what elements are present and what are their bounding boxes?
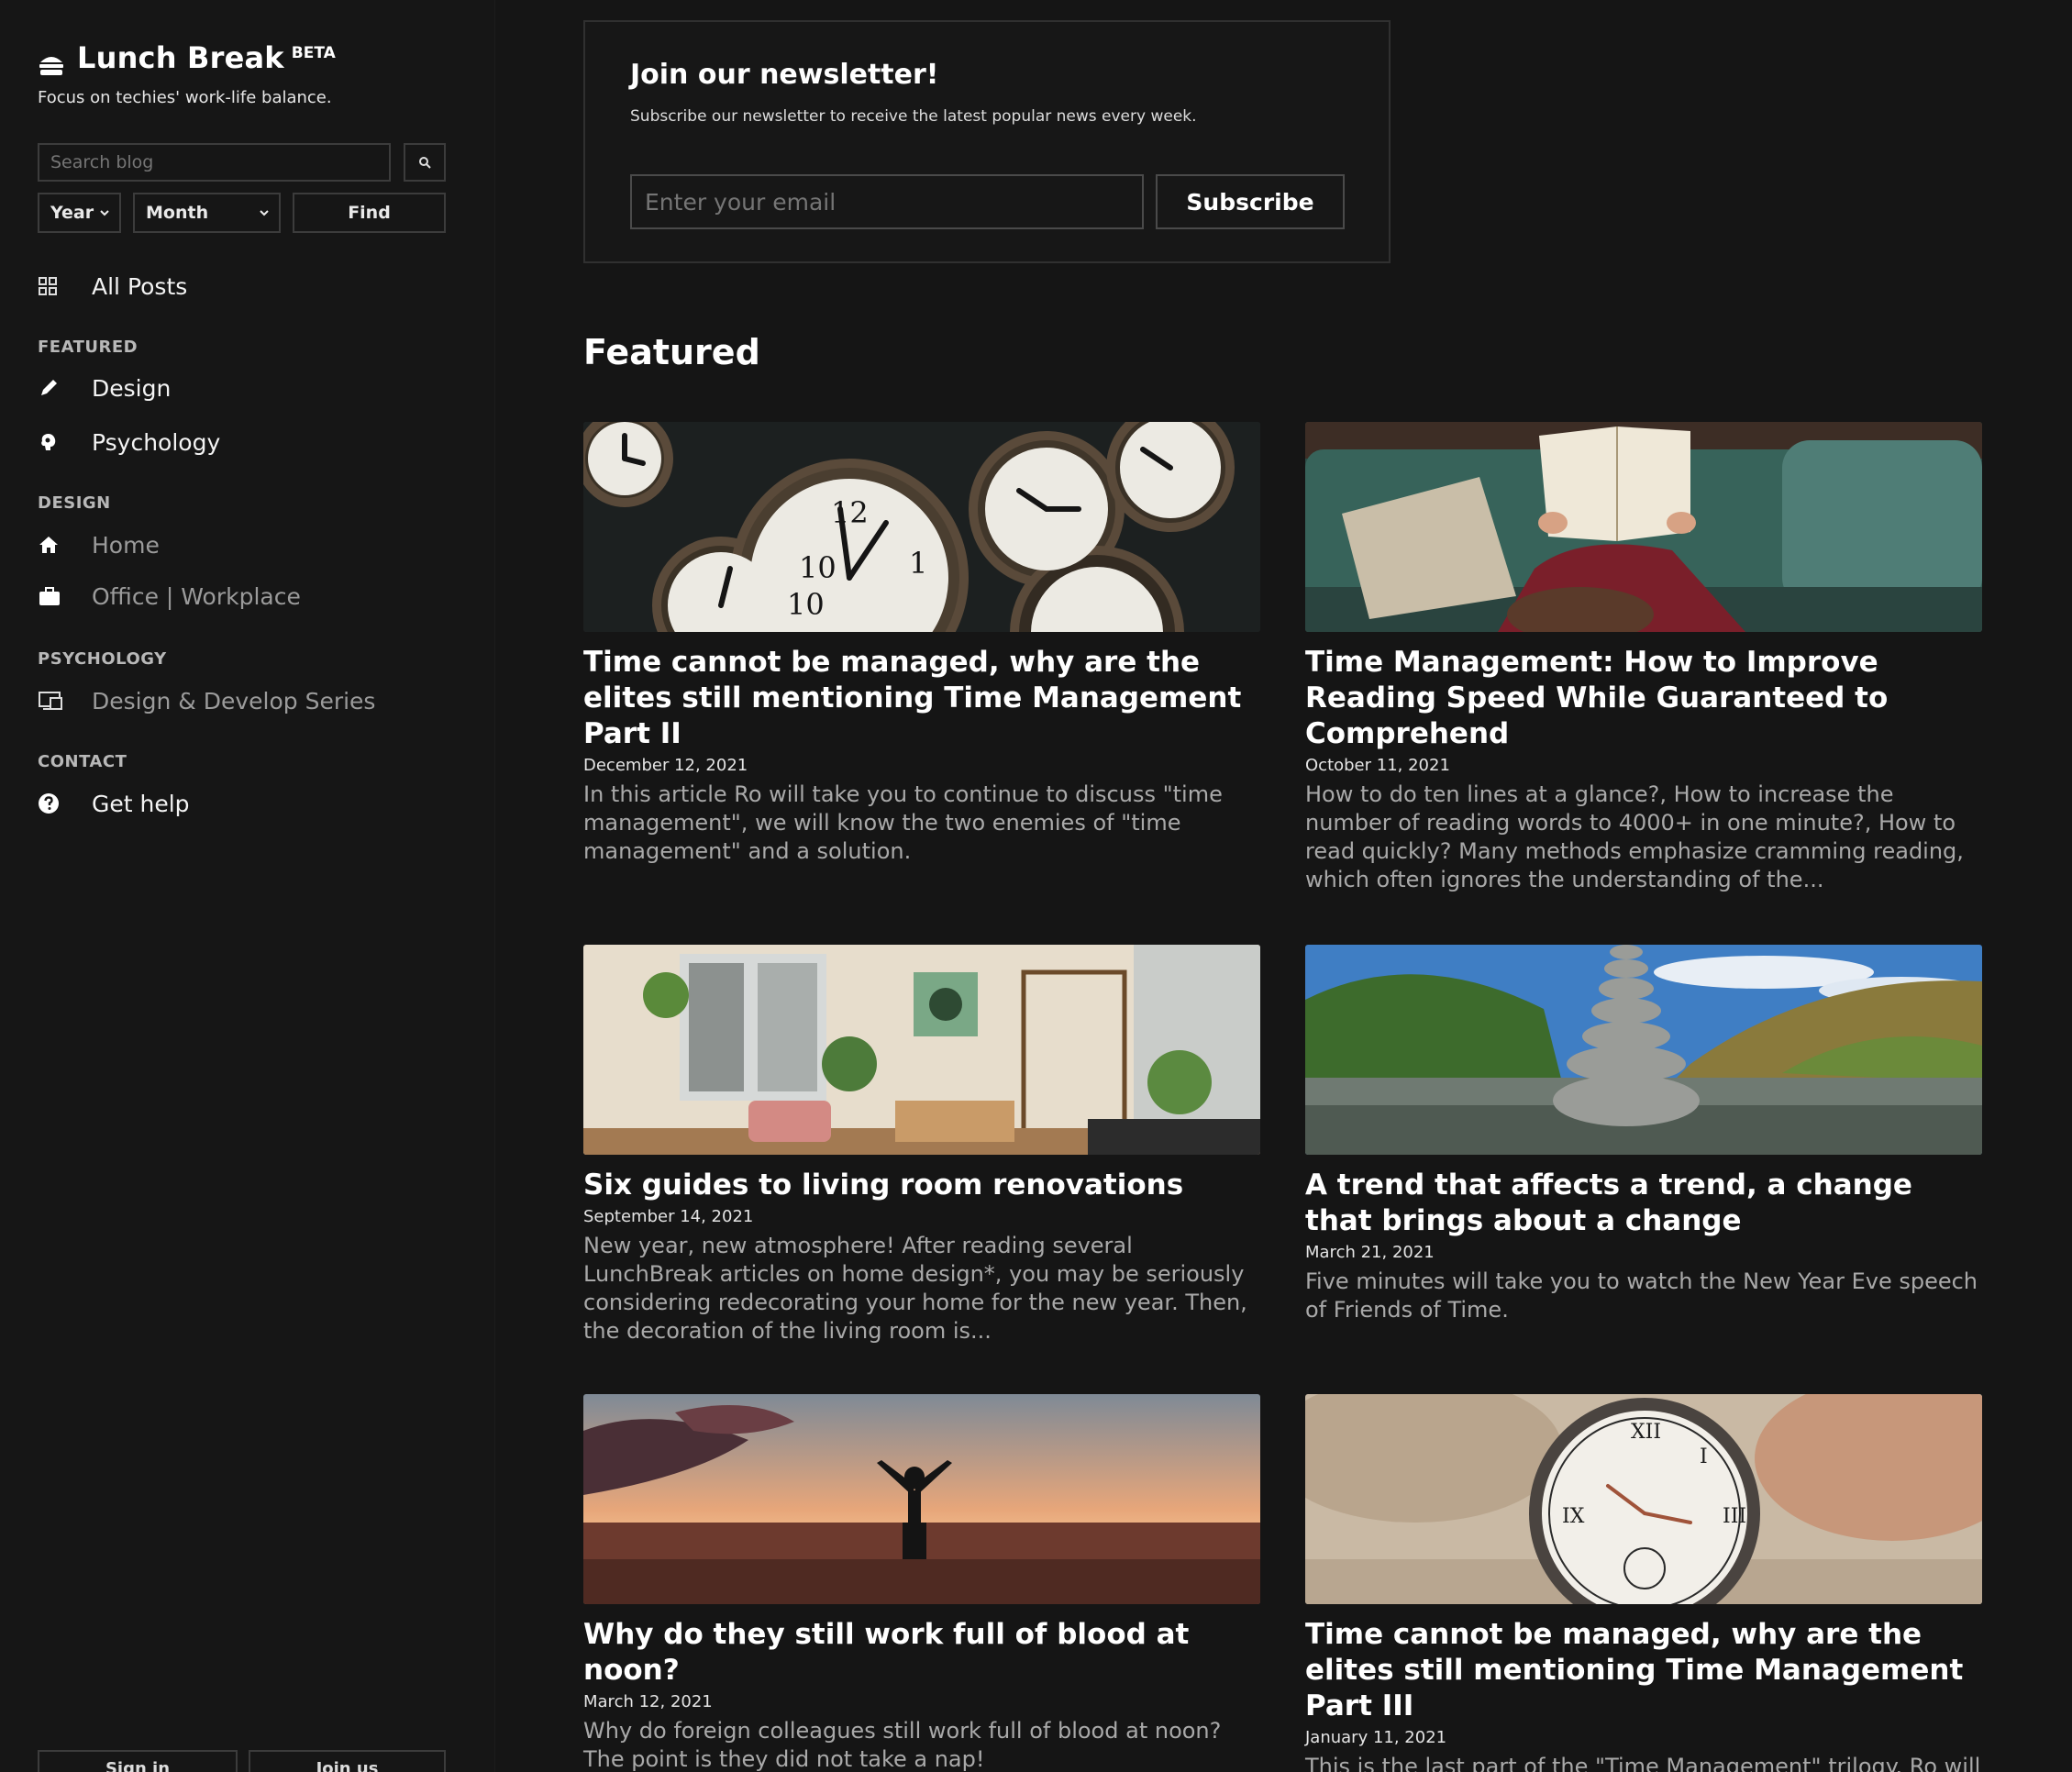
svg-text:10: 10 [799, 550, 837, 585]
post-card[interactable]: A trend that affects a trend, a change t… [1305, 945, 1982, 1324]
search-icon [419, 157, 431, 169]
grid-icon [39, 277, 57, 295]
section-heading-design: DESIGN [38, 493, 111, 513]
join-us-button[interactable]: Join us [249, 1750, 446, 1772]
post-date: September 14, 2021 [583, 1207, 754, 1226]
nav-item-label: Design & Develop Series [92, 687, 376, 714]
nav-item-label: Home [92, 531, 160, 559]
sign-in-button[interactable]: Sign in [38, 1750, 238, 1772]
nav-item-home[interactable]: Home [38, 526, 160, 563]
year-select-value: Year [50, 203, 94, 223]
year-select[interactable]: Year [38, 193, 121, 233]
post-date: October 11, 2021 [1305, 756, 1450, 775]
sidebar: Lunch Break BETA Focus on techies' work-… [0, 0, 495, 1772]
post-card[interactable]: XII I III IX Time cannot be managed, why ar… [1305, 1394, 1982, 1772]
brand-tagline: Focus on techies' work-life balance. [38, 88, 332, 107]
post-card[interactable]: Time Management: How to Improve Reading … [1305, 422, 1982, 894]
svg-text:I: I [1700, 1445, 1708, 1468]
nav-item-label: Get help [92, 790, 190, 817]
pencil-icon [41, 380, 57, 395]
post-date: March 12, 2021 [583, 1692, 713, 1711]
post-date: January 11, 2021 [1305, 1728, 1447, 1747]
section-heading-contact: CONTACT [38, 752, 127, 771]
chevron-down-icon [100, 210, 109, 216]
post-title[interactable]: Time cannot be managed, why are the elit… [1305, 1617, 1982, 1724]
clocks-image: 12 1010 1 [583, 422, 1260, 632]
newsletter-subtitle: Subscribe our newsletter to receive the … [630, 107, 1197, 126]
post-excerpt: This is the last part of the "Time Manag… [1305, 1754, 1981, 1772]
svg-text:XII: XII [1631, 1421, 1661, 1444]
nav-all-posts[interactable]: All Posts [38, 268, 187, 305]
post-title[interactable]: Why do they still work full of blood at … [583, 1617, 1260, 1689]
svg-text:12: 12 [831, 495, 869, 530]
post-excerpt: Why do foreign colleagues still work ful… [583, 1718, 1222, 1772]
post-card[interactable]: Six guides to living room renovations Se… [583, 945, 1260, 1346]
briefcase-icon [39, 587, 60, 605]
post-date: March 21, 2021 [1305, 1243, 1435, 1262]
nav-item-design[interactable]: Design [38, 370, 171, 406]
brand-name: Lunch Break [77, 40, 284, 75]
living-room-image [583, 945, 1260, 1155]
question-icon [39, 793, 59, 814]
nav-item-design-develop-series[interactable]: Design & Develop Series [38, 682, 375, 719]
chevron-down-icon [260, 210, 269, 216]
month-select[interactable]: Month [133, 193, 281, 233]
search-input[interactable] [38, 143, 391, 182]
brand-logo[interactable]: Lunch Break BETA [38, 40, 336, 77]
email-field[interactable] [630, 174, 1144, 229]
post-card[interactable]: 12 10 10 1 Time cannot be managed, why are … [583, 422, 1260, 866]
post-excerpt: How to do ten lines at a glance?, How to… [1305, 781, 1964, 892]
post-date: December 12, 2021 [583, 756, 748, 775]
brain-icon [41, 434, 56, 450]
home-icon [39, 537, 58, 553]
devices-icon [39, 692, 62, 710]
nav-item-label: Office | Workplace [92, 582, 301, 610]
post-thumbnail[interactable] [1305, 945, 1982, 1155]
post-excerpt: In this article Ro will take you to cont… [583, 781, 1223, 864]
post-card[interactable]: Why do they still work full of blood at … [583, 1394, 1260, 1772]
nav-item-get-help[interactable]: Get help [38, 785, 190, 822]
nav-all-posts-label: All Posts [92, 272, 188, 300]
post-thumbnail[interactable] [1305, 422, 1982, 632]
post-excerpt: New year, new atmosphere! After reading … [583, 1233, 1247, 1344]
beta-badge: BETA [291, 44, 336, 62]
sunset-image [583, 1394, 1260, 1604]
newsletter-box: Join our newsletter! Subscribe our newsl… [583, 20, 1391, 263]
search-button[interactable] [404, 143, 446, 182]
svg-text:10: 10 [787, 587, 825, 622]
post-title[interactable]: A trend that affects a trend, a change t… [1305, 1168, 1982, 1239]
post-excerpt: Five minutes will take you to watch the … [1305, 1268, 1978, 1323]
burger-icon [39, 57, 63, 75]
month-select-value: Month [146, 203, 209, 223]
nav-item-label: Design [92, 374, 172, 402]
post-title[interactable]: Six guides to living room renovations [583, 1168, 1260, 1203]
svg-text:1: 1 [909, 546, 927, 581]
post-title[interactable]: Time cannot be managed, why are the elit… [583, 645, 1260, 752]
nav-item-office-workplace[interactable]: Office | Workplace [38, 578, 301, 615]
stones-image [1305, 945, 1982, 1155]
newsletter-title: Join our newsletter! [630, 59, 939, 91]
post-thumbnail[interactable] [583, 945, 1260, 1155]
section-heading-featured: FEATURED [38, 338, 139, 357]
post-thumbnail[interactable]: XII I III IX [1305, 1394, 1982, 1604]
find-button[interactable]: Find [293, 193, 446, 233]
nav-item-label: Psychology [92, 428, 221, 456]
pocket-watch-image: XIIIIIIIX [1305, 1394, 1982, 1604]
svg-text:III: III [1723, 1505, 1746, 1528]
post-thumbnail[interactable]: 12 10 10 1 [583, 422, 1260, 632]
post-title[interactable]: Time Management: How to Improve Reading … [1305, 645, 1982, 752]
nav-item-psychology[interactable]: Psychology [38, 424, 220, 460]
section-heading-psychology: PSYCHOLOGY [38, 649, 167, 669]
reading-image [1305, 422, 1982, 632]
svg-text:IX: IX [1562, 1505, 1585, 1528]
featured-heading: Featured [583, 332, 760, 372]
subscribe-button[interactable]: Subscribe [1156, 174, 1345, 229]
post-thumbnail[interactable] [583, 1394, 1260, 1604]
